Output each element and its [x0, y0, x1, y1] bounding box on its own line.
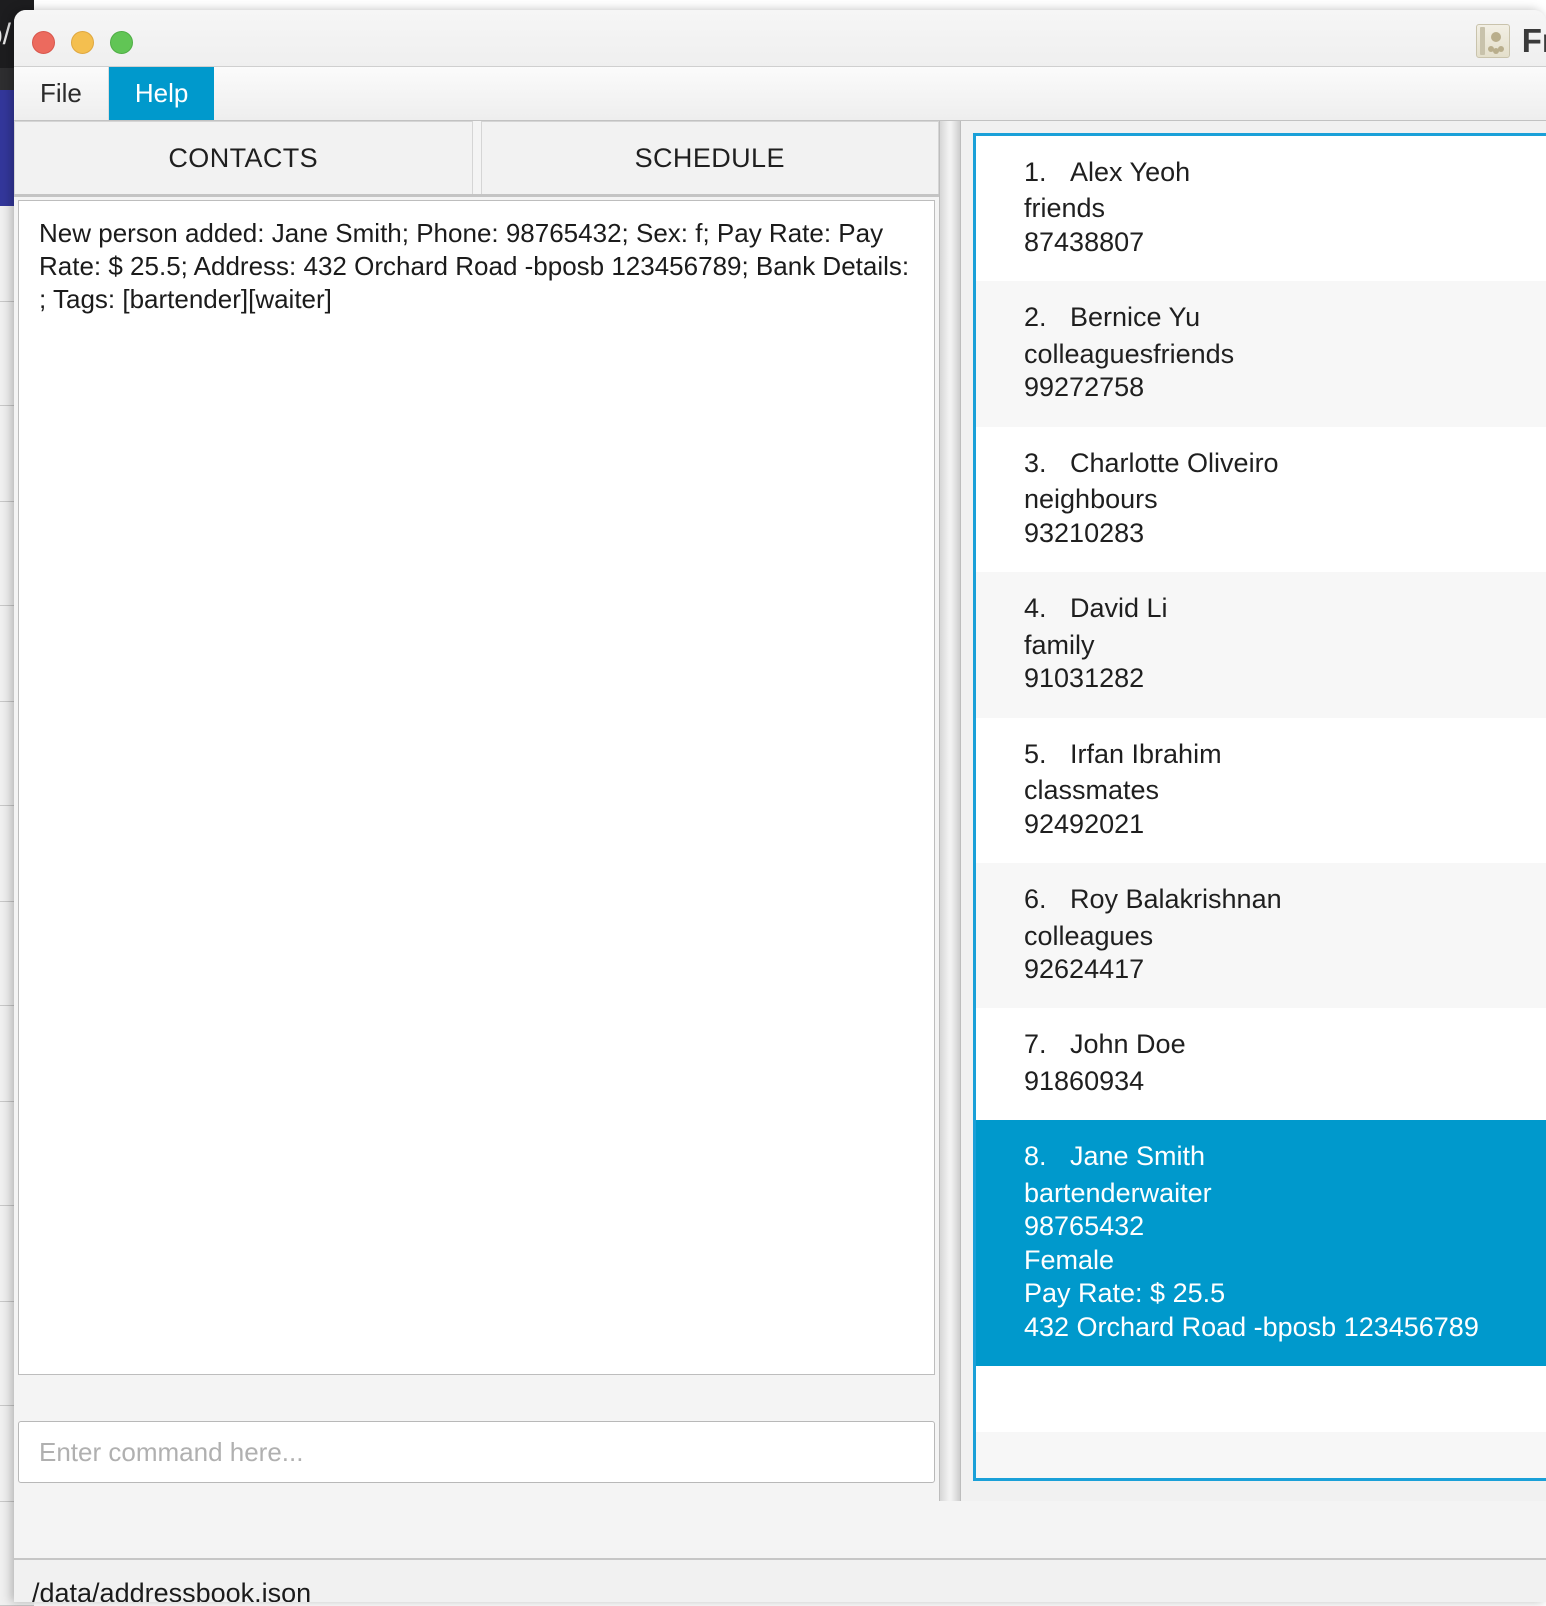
person-name-line: 3. Charlotte Oliveiro [1024, 447, 1546, 480]
person-detail-line: 91031282 [1024, 663, 1145, 694]
tab-bar: CONTACTS SCHEDULE [14, 121, 939, 197]
person-card[interactable]: 6. Roy Balakrishnan colleagues 92624417 [976, 863, 1546, 1009]
result-display-panel: New person added: Jane Smith; Phone: 987… [18, 200, 935, 1375]
left-pane: CONTACTS SCHEDULE New person added: Jane… [14, 121, 939, 1501]
person-index: 2. [1024, 302, 1047, 333]
person-list[interactable]: 1. Alex Yeoh friends 87438807 2. Bernice Yu co… [973, 133, 1546, 1481]
person-detail-line: Female [1024, 1244, 1115, 1275]
person-index: 5. [1024, 738, 1047, 769]
close-window-button[interactable] [32, 31, 55, 54]
application-window: FnBu File Help CONTACTS SCHEDULE New per… [14, 10, 1546, 1602]
maximize-window-button[interactable] [110, 31, 133, 54]
person-name: Alex Yeoh [1070, 157, 1191, 187]
person-detail-line: 98765432 [1024, 1211, 1145, 1242]
person-name: Irfan Ibrahim [1070, 738, 1222, 769]
status-bar-save-location: /data/addressbook.json [32, 1577, 312, 1603]
person-detail-line: bartenderwaiter [1024, 1177, 1212, 1208]
person-card[interactable]: 4. David Li family 91031282 [976, 572, 1546, 718]
person-name-line: 4. David Li [1024, 592, 1546, 625]
person-detail-line: colleaguesfriends [1024, 338, 1235, 369]
background-window-title: p/ [0, 18, 12, 51]
person-detail-line: 92492021 [1024, 808, 1145, 839]
person-list-empty-row [976, 1366, 1546, 1433]
person-name-line: 1. Alex Yeoh [1024, 156, 1546, 189]
person-card[interactable]: 5. Irfan Ibrahim classmates 92492021 [976, 717, 1546, 864]
person-name-line: 7. John Doe [1024, 1028, 1546, 1061]
menu-item-file[interactable]: File [14, 67, 109, 120]
person-name-line: 5. Irfan Ibrahim [1024, 738, 1546, 771]
split-pane: CONTACTS SCHEDULE New person added: Jane… [14, 121, 1546, 1501]
person-name: David Li [1070, 593, 1168, 624]
person-name: Charlotte Oliveiro [1070, 447, 1279, 478]
minimize-window-button[interactable] [71, 31, 94, 54]
person-name-line: 2. Bernice Yu [1024, 301, 1546, 334]
command-input[interactable] [37, 1435, 916, 1469]
person-detail-line: 99272758 [1024, 372, 1145, 403]
person-detail-line: 91860934 [1024, 1065, 1145, 1096]
person-index: 4. [1024, 593, 1047, 624]
window-title-group: FnBu [1475, 22, 1546, 60]
contact-book-icon [1475, 24, 1510, 58]
person-card[interactable]: 3. Charlotte Oliveiro neighbours 93210283 [976, 426, 1546, 573]
person-name: Roy Balakrishnan [1070, 884, 1282, 915]
right-pane: 1. Alex Yeoh friends 87438807 2. Bernice Yu co… [961, 121, 1546, 1501]
person-detail-line: 432 Orchard Road -bposb 123456789 [1024, 1311, 1479, 1342]
pane-splitter[interactable] [939, 121, 961, 1501]
person-detail-line: family [1024, 629, 1095, 660]
person-index: 6. [1024, 884, 1047, 915]
person-detail-line: friends [1024, 193, 1106, 224]
person-index: 1. [1024, 157, 1047, 187]
person-name-line: 6. Roy Balakrishnan [1024, 883, 1546, 916]
person-detail-line: 92624417 [1024, 953, 1145, 984]
person-name: Jane Smith [1070, 1141, 1206, 1172]
tab-contacts[interactable]: CONTACTS [14, 121, 473, 194]
window-title: FnBu [1521, 22, 1546, 59]
person-name: John Doe [1070, 1029, 1186, 1060]
person-list-empty-row [976, 1432, 1546, 1478]
person-detail-line: 93210283 [1024, 517, 1145, 548]
person-card[interactable]: 8. Jane Smith bartenderwaiter 98765432 Femal… [976, 1120, 1546, 1367]
person-index: 3. [1024, 447, 1047, 478]
person-name-line: 8. Jane Smith [1024, 1140, 1546, 1173]
person-detail-line: 87438807 [1024, 226, 1145, 257]
person-detail-line: colleagues [1024, 920, 1154, 951]
command-box[interactable] [18, 1421, 935, 1483]
person-card[interactable]: 2. Bernice Yu colleaguesfriends 99272758 [976, 281, 1546, 427]
menu-item-help[interactable]: Help [108, 67, 215, 120]
person-card[interactable]: 1. Alex Yeoh friends 87438807 [976, 136, 1546, 282]
window-titlebar: FnBu [14, 10, 1546, 67]
person-name: Bernice Yu [1070, 302, 1201, 333]
person-detail-line: classmates [1024, 775, 1160, 806]
menu-bar: File Help [14, 67, 1546, 121]
person-card[interactable]: 7. John Doe 91860934 [976, 1008, 1546, 1121]
person-detail-line: Pay Rate: $ 25.5 [1024, 1278, 1226, 1309]
person-detail-line: neighbours [1024, 484, 1158, 515]
result-display-text: New person added: Jane Smith; Phone: 987… [39, 218, 917, 315]
person-index: 8. [1024, 1141, 1047, 1172]
person-index: 7. [1024, 1029, 1047, 1060]
tab-schedule[interactable]: SCHEDULE [480, 121, 939, 194]
status-bar: /data/addressbook.json [14, 1558, 1546, 1602]
